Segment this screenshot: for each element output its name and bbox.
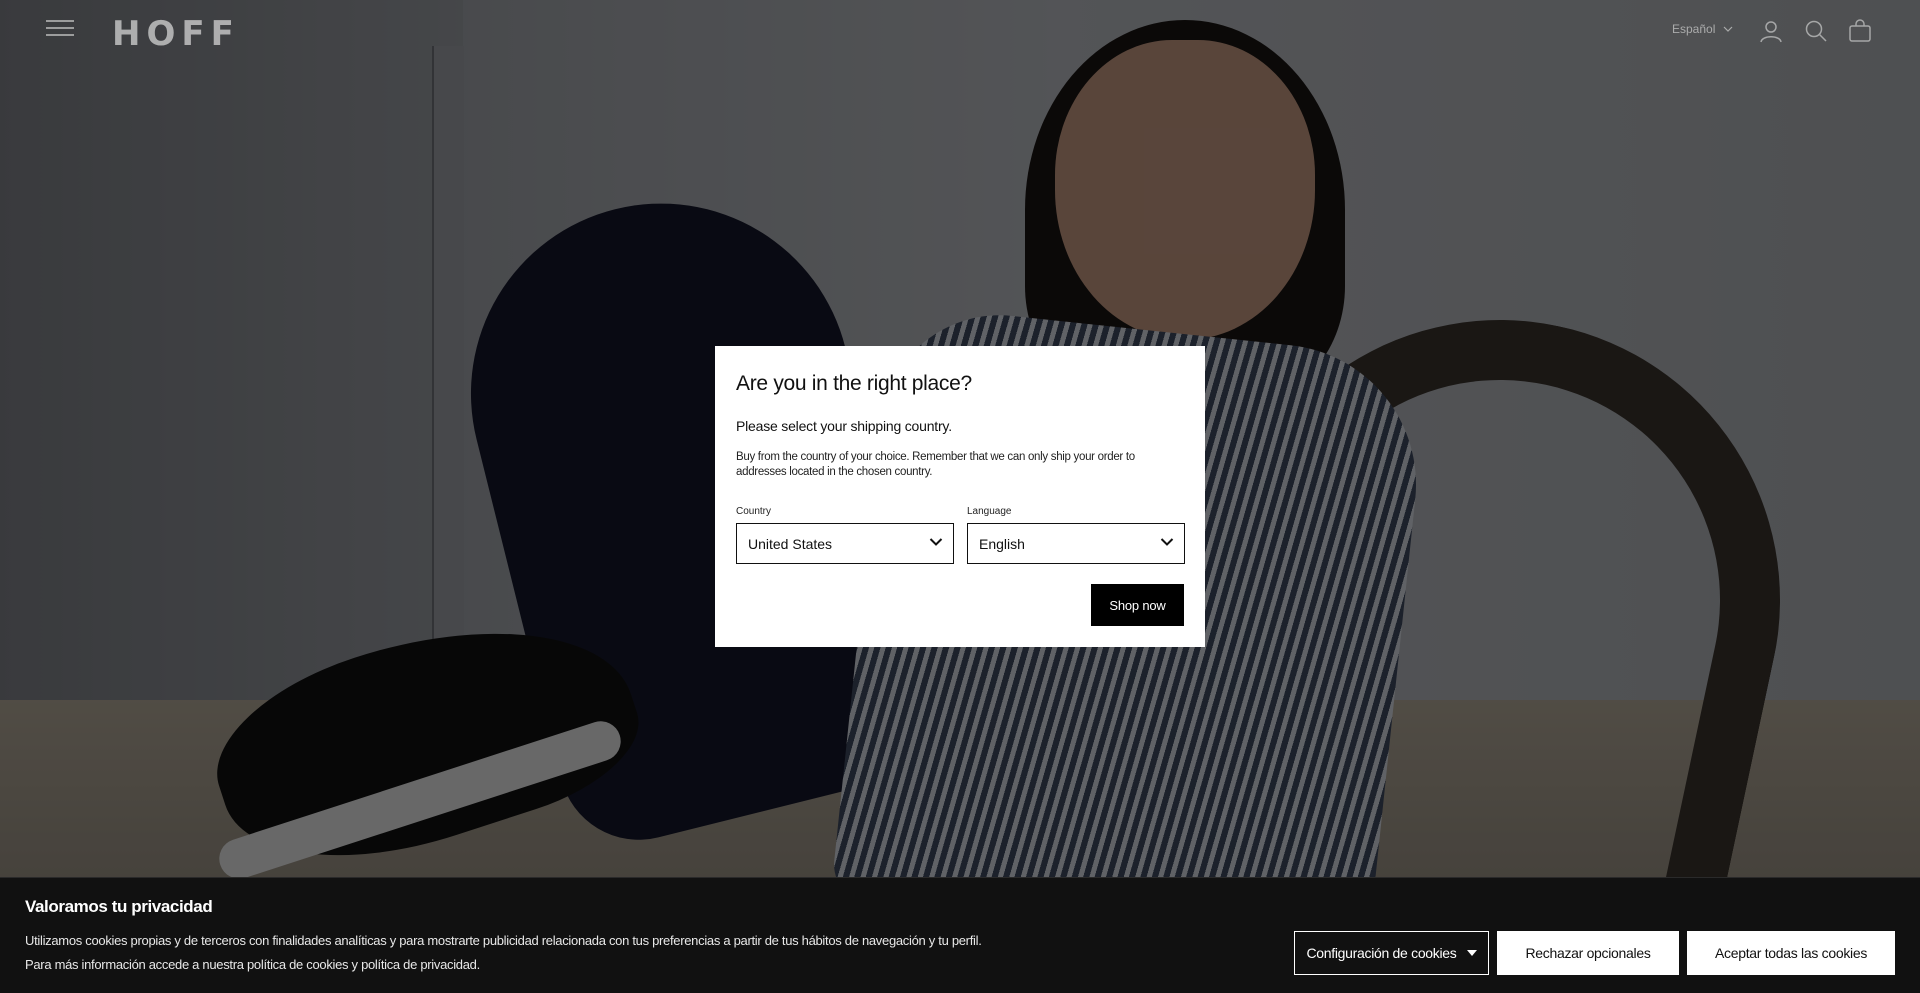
- accept-all-cookies-button[interactable]: Aceptar todas las cookies: [1687, 931, 1895, 975]
- cookie-banner-policy-text[interactable]: Para más información accede a nuestra po…: [25, 957, 480, 972]
- reject-optional-button[interactable]: Rechazar opcionales: [1497, 931, 1679, 975]
- language-selector[interactable]: Español: [1672, 22, 1733, 36]
- menu-icon[interactable]: [46, 20, 74, 42]
- language-select[interactable]: English: [967, 523, 1185, 564]
- site-header: HOFF Español: [0, 0, 1920, 62]
- modal-subtitle: Please select your shipping country.: [736, 418, 952, 434]
- country-selector-modal: Are you in the right place? Please selec…: [715, 346, 1205, 647]
- language-label: Language: [967, 506, 1012, 517]
- cookie-banner-text: Utilizamos cookies propias y de terceros…: [25, 933, 982, 948]
- cookie-settings-button[interactable]: Configuración de cookies: [1294, 931, 1489, 975]
- country-select[interactable]: United States: [736, 523, 954, 564]
- user-icon[interactable]: [1759, 19, 1783, 43]
- country-label: Country: [736, 506, 772, 517]
- modal-title: Are you in the right place?: [736, 372, 972, 395]
- cookie-settings-label: Configuración de cookies: [1306, 945, 1457, 961]
- cookie-banner: Valoramos tu privacidad Utilizamos cooki…: [0, 877, 1920, 993]
- bag-icon[interactable]: [1848, 19, 1872, 43]
- language-select-value: English: [979, 535, 1025, 552]
- country-select-value: United States: [748, 535, 833, 552]
- brand-logo[interactable]: HOFF: [112, 14, 240, 54]
- cookie-banner-title: Valoramos tu privacidad: [25, 897, 213, 916]
- shop-now-button[interactable]: Shop now: [1091, 584, 1184, 626]
- language-selector-label: Español: [1672, 22, 1716, 36]
- chevron-down-icon: [1160, 538, 1174, 546]
- chevron-down-icon: [1723, 26, 1733, 32]
- search-icon[interactable]: [1804, 19, 1828, 43]
- chevron-down-icon: [929, 538, 943, 546]
- modal-description: Buy from the country of your choice. Rem…: [736, 451, 1135, 478]
- caret-down-icon: [1466, 950, 1477, 956]
